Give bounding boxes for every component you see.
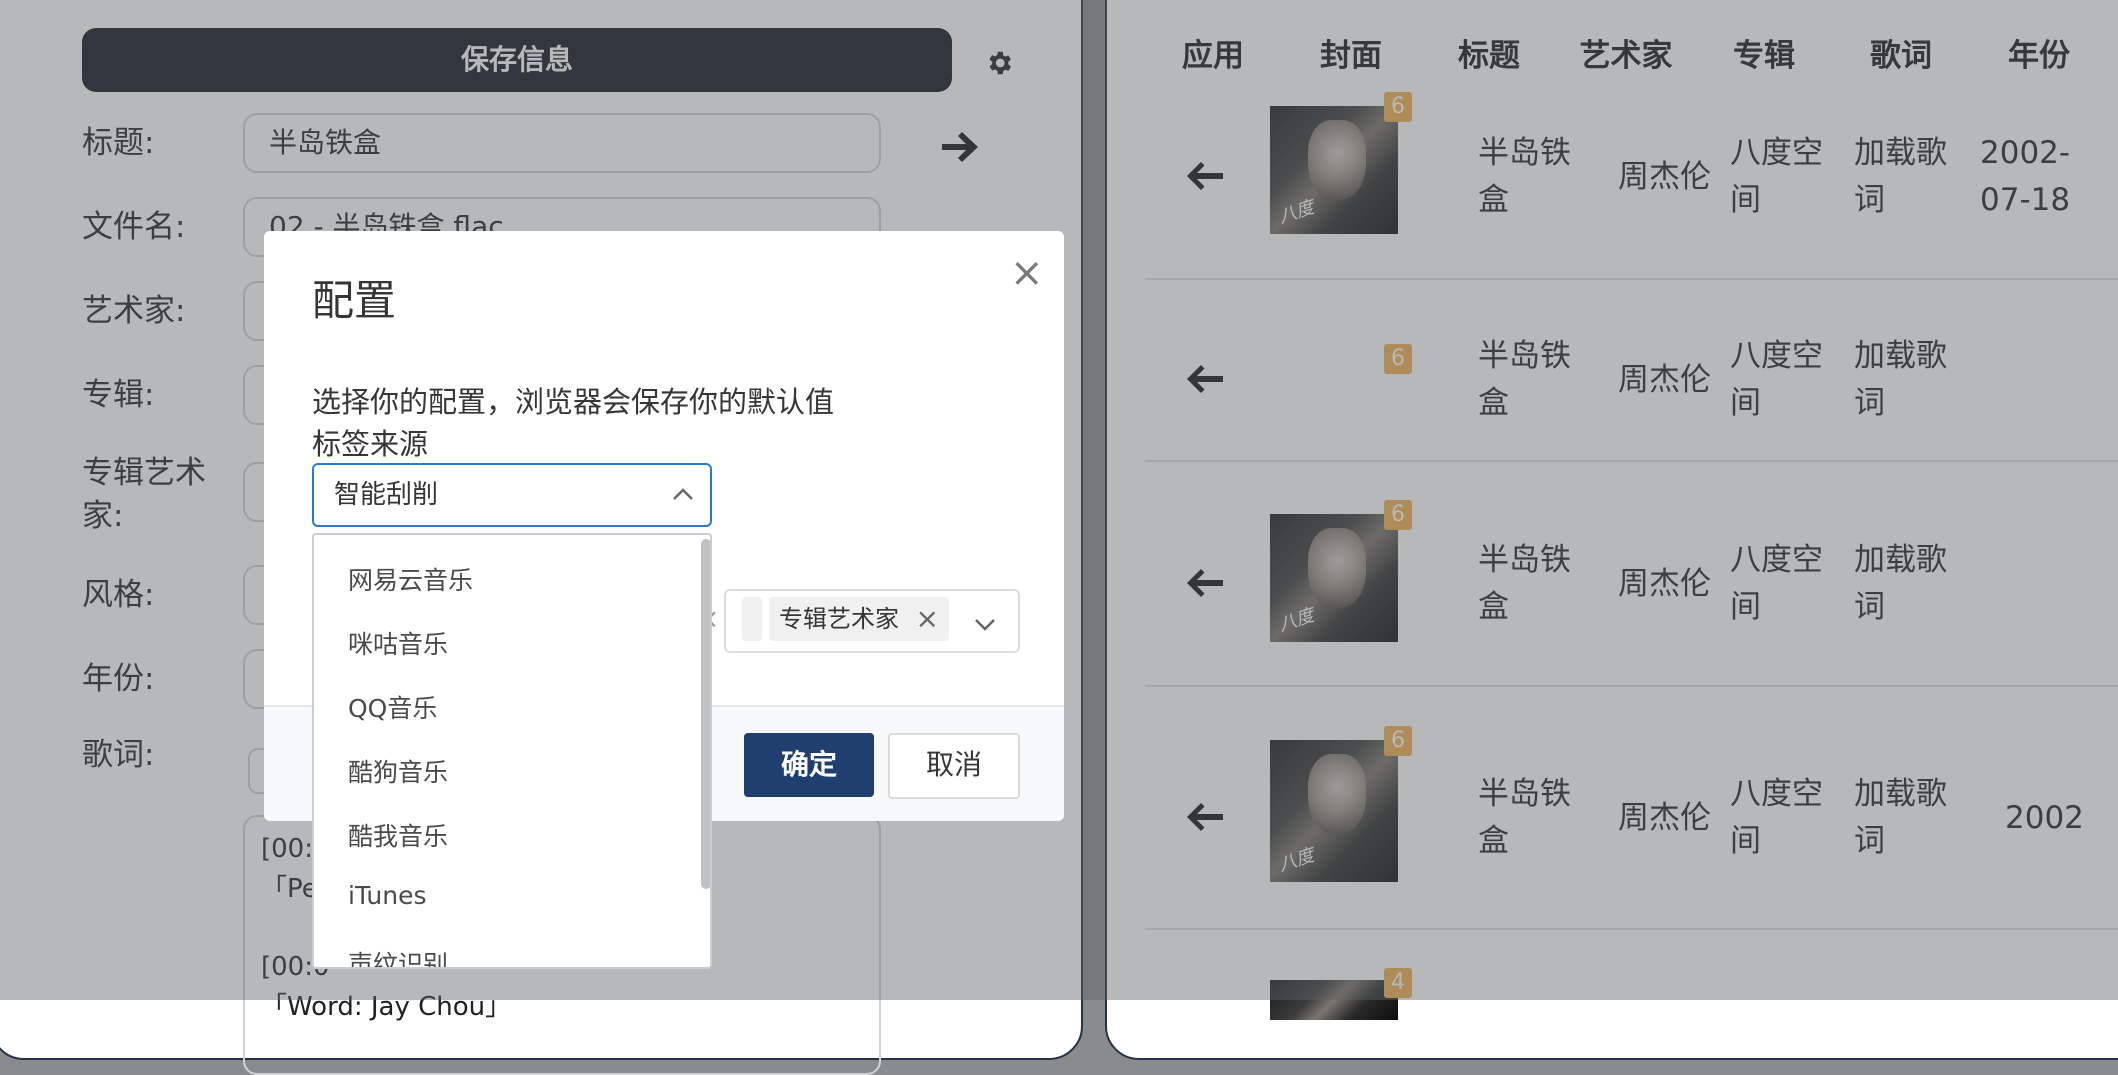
option-voiceprint[interactable]: 声纹识别 <box>348 945 448 967</box>
option-qq[interactable]: QQ音乐 <box>348 689 437 725</box>
confirm-button[interactable]: 确定 <box>744 733 874 797</box>
option-itunes[interactable]: iTunes <box>348 881 427 910</box>
modal-description: 选择你的配置，浏览器会保存你的默认值 <box>312 385 835 419</box>
field-tag-album-artist: 专辑艺术家 × <box>769 597 949 641</box>
cancel-button[interactable]: 取消 <box>888 733 1020 799</box>
option-kuwo[interactable]: 酷我音乐 <box>348 817 448 853</box>
close-icon[interactable]: × <box>1010 253 1044 293</box>
tag-source-dropdown: 网易云音乐 咪咕音乐 QQ音乐 酷狗音乐 酷我音乐 iTunes 声纹识别 <box>312 533 712 969</box>
modal-title: 配置 <box>312 276 397 325</box>
chevron-up-icon <box>673 488 693 500</box>
tag-remove-icon[interactable]: × <box>916 597 939 641</box>
option-migu[interactable]: 咪咕音乐 <box>348 625 448 661</box>
tag-source-select[interactable]: 智能刮削 <box>312 463 712 527</box>
chevron-down-icon[interactable] <box>974 617 996 633</box>
selected-source: 智能刮削 <box>334 480 439 510</box>
dropdown-scrollbar[interactable] <box>701 539 710 889</box>
option-kugou[interactable]: 酷狗音乐 <box>348 753 448 789</box>
option-netease[interactable]: 网易云音乐 <box>348 561 473 597</box>
tag-label: 专辑艺术家 <box>779 605 899 633</box>
field-tag <box>742 597 762 641</box>
tag-source-label: 标签来源 <box>312 427 429 461</box>
